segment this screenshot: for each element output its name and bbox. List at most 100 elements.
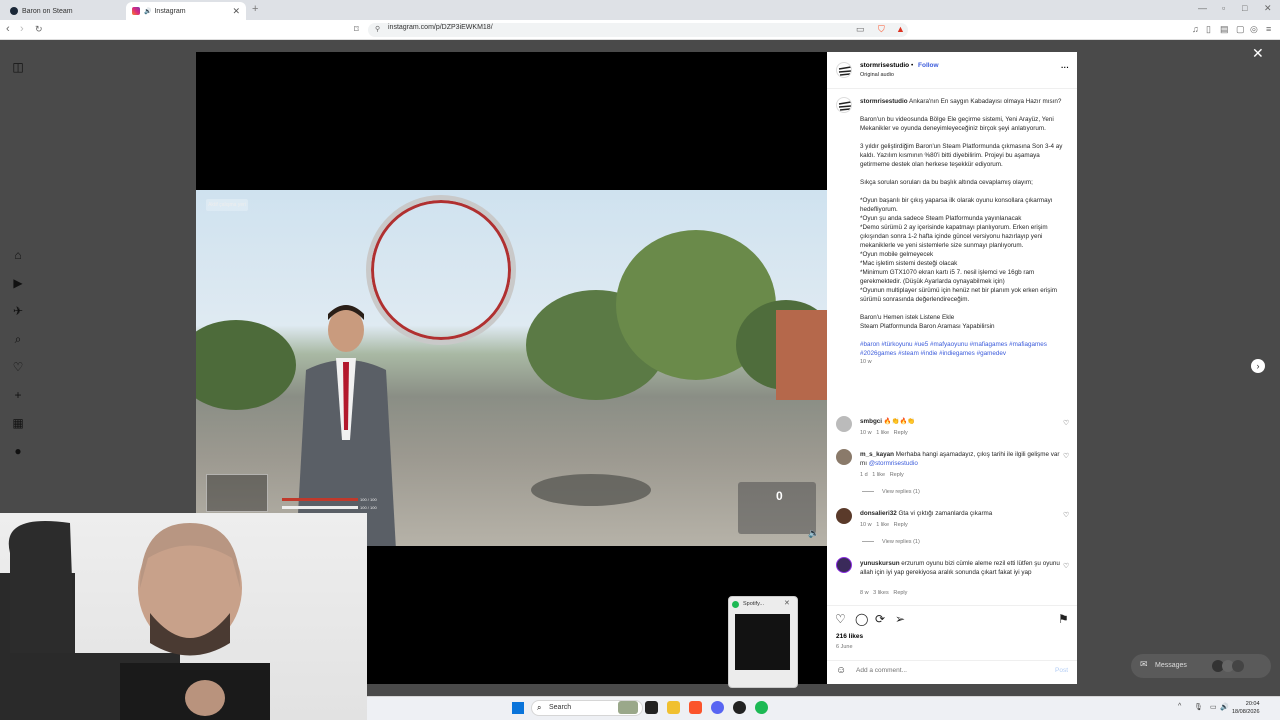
system-clock[interactable]: 20:04 18/08/2026 [1232,700,1260,716]
save-icon[interactable]: ⚑ [1058,612,1069,626]
comment-likes[interactable]: 1 like [876,430,889,436]
create-icon[interactable]: + [11,388,25,402]
reply-button[interactable]: Reply [890,472,904,478]
bookmark-icon[interactable]: ⌑ [354,24,359,35]
commenter-avatar[interactable] [836,557,852,573]
site-info-icon[interactable]: ⚲ [375,25,380,33]
search-nav-icon[interactable]: ⌕ [11,332,25,346]
instagram-logo-icon[interactable]: ◫ [11,60,25,74]
close-tab-icon[interactable]: ✕ [232,6,240,17]
tray-overflow-icon[interactable]: ^ [1178,703,1181,710]
volume-icon[interactable]: 🔊 [1220,703,1229,711]
brave-shield-icon[interactable]: ⛉ [878,24,885,35]
comment-username[interactable]: donsalieri32 [860,510,897,517]
audio-label[interactable]: Original audio [860,72,894,78]
author-username[interactable]: stormrisestudio [860,62,909,69]
close-window-icon[interactable]: ✕ [1264,3,1272,14]
home-icon[interactable]: ⌂ [11,248,25,262]
commenter-avatar[interactable] [836,416,852,432]
minimize-icon[interactable]: — [1198,3,1207,13]
comment-icon[interactable]: ◯ [855,612,868,626]
discord-icon[interactable] [711,701,724,714]
like-comment-icon[interactable]: ♡ [1063,562,1069,570]
forward-icon[interactable]: › [20,23,24,35]
caption-username[interactable]: stormrisestudio [860,98,908,105]
maximize-icon[interactable]: □ [1242,3,1247,13]
more-options-icon[interactable]: ··· [1061,63,1069,72]
steam-icon [10,7,18,15]
mute-icon[interactable]: 🔈 [808,528,819,539]
extensions-icon[interactable]: ▤ [1220,24,1229,35]
tab-baron-on-steam[interactable]: Baron on Steam [4,2,124,20]
restore-icon[interactable]: ▫ [1222,3,1225,13]
comment-likes[interactable]: 1 like [876,522,889,528]
microphone-icon[interactable]: 🎙 [1194,703,1203,711]
sidebar-icon[interactable]: ▯ [1206,24,1211,35]
next-post-icon[interactable]: › [1251,359,1265,373]
like-comment-icon[interactable]: ♡ [1063,511,1069,519]
notifications-icon[interactable]: ♡ [11,360,25,374]
caption-avatar[interactable] [836,97,852,113]
reply-button[interactable]: Reply [893,590,907,596]
commenter-avatar[interactable] [836,449,852,465]
comment: m_s_kayan Merhaba hangi aşamadayız, çıkı… [860,450,1060,468]
wallet-icon[interactable]: ▢ [1236,24,1245,35]
comment-username[interactable]: m_s_kayan [860,451,894,458]
like-icon[interactable]: ♡ [835,612,846,626]
new-tab-button[interactable]: + [252,3,258,15]
media-icon[interactable]: ♫ [1192,24,1199,34]
post-date: 6 June [836,644,853,650]
brave-rewards-icon[interactable]: ▲ [896,24,905,34]
comment-username[interactable]: yunuskursun [860,560,900,567]
view-replies-label: View replies (1) [882,489,920,495]
view-replies-button[interactable]: View replies (1) [862,489,920,495]
spotify-thumbnail[interactable] [735,614,790,670]
follow-button[interactable]: Follow [918,62,939,69]
streamer-figure [0,521,270,720]
windows-start-icon[interactable] [512,702,524,714]
comment-input[interactable]: Add a comment... [856,667,907,674]
spotify-taskbar-icon[interactable] [755,701,768,714]
comment-likes[interactable]: 1 like [872,472,885,478]
file-explorer-icon[interactable] [667,701,680,714]
reply-button[interactable]: Reply [894,430,908,436]
webcam-overlay [0,513,367,720]
dashboard-icon[interactable]: ▦ [11,416,25,430]
like-comment-icon[interactable]: ♡ [1063,452,1069,460]
messages-nav-icon[interactable]: ✈ [11,304,25,318]
taskbar [367,696,1280,720]
network-icon[interactable]: ▭ [1210,703,1217,711]
view-replies-button[interactable]: View replies (1) [862,539,920,545]
brave-browser-icon[interactable] [689,701,702,714]
back-icon[interactable]: ‹ [6,23,10,35]
messages-button[interactable] [1131,654,1271,678]
reload-icon[interactable]: ↻ [35,24,43,35]
menu-icon[interactable]: ≡ [1266,24,1271,34]
comment-time: 1 d [860,472,868,478]
emoji-icon[interactable]: ☺ [836,665,846,676]
widget-icon[interactable] [618,701,638,714]
author-avatar[interactable] [836,62,852,78]
comment-likes[interactable]: 3 likes [873,590,889,596]
cast-icon[interactable]: ▭ [856,24,865,35]
caption-hashtags[interactable]: #baron #türkoyunu #ue5 #mafyaoyunu #mafi… [860,340,1065,358]
vpn-icon[interactable]: ◎ [1250,24,1258,35]
reels-icon[interactable]: ▶ [11,276,25,290]
tab-instagram[interactable]: 🔊 Instagram ✕ [126,2,246,20]
reply-button[interactable]: Reply [894,522,908,528]
like-count[interactable]: 216 likes [836,633,863,640]
post-comment-button[interactable]: Post [1055,667,1068,674]
profile-icon[interactable]: ● [11,444,25,458]
comment-username[interactable]: smbgci [860,418,882,425]
obs-icon[interactable] [733,701,746,714]
commenter-avatar[interactable] [836,508,852,524]
close-icon[interactable]: ✕ [1252,45,1264,62]
share-icon[interactable]: ➢ [895,612,905,626]
video-frame[interactable] [196,190,827,546]
task-view-icon[interactable] [645,701,658,714]
comment-mention[interactable]: @stormrisestudio [869,460,918,467]
repost-icon[interactable]: ⟳ [875,612,885,626]
close-preview-icon[interactable]: ✕ [784,599,790,607]
comment-meta: 8 w 3 likes Reply [860,590,907,596]
like-comment-icon[interactable]: ♡ [1063,419,1069,427]
